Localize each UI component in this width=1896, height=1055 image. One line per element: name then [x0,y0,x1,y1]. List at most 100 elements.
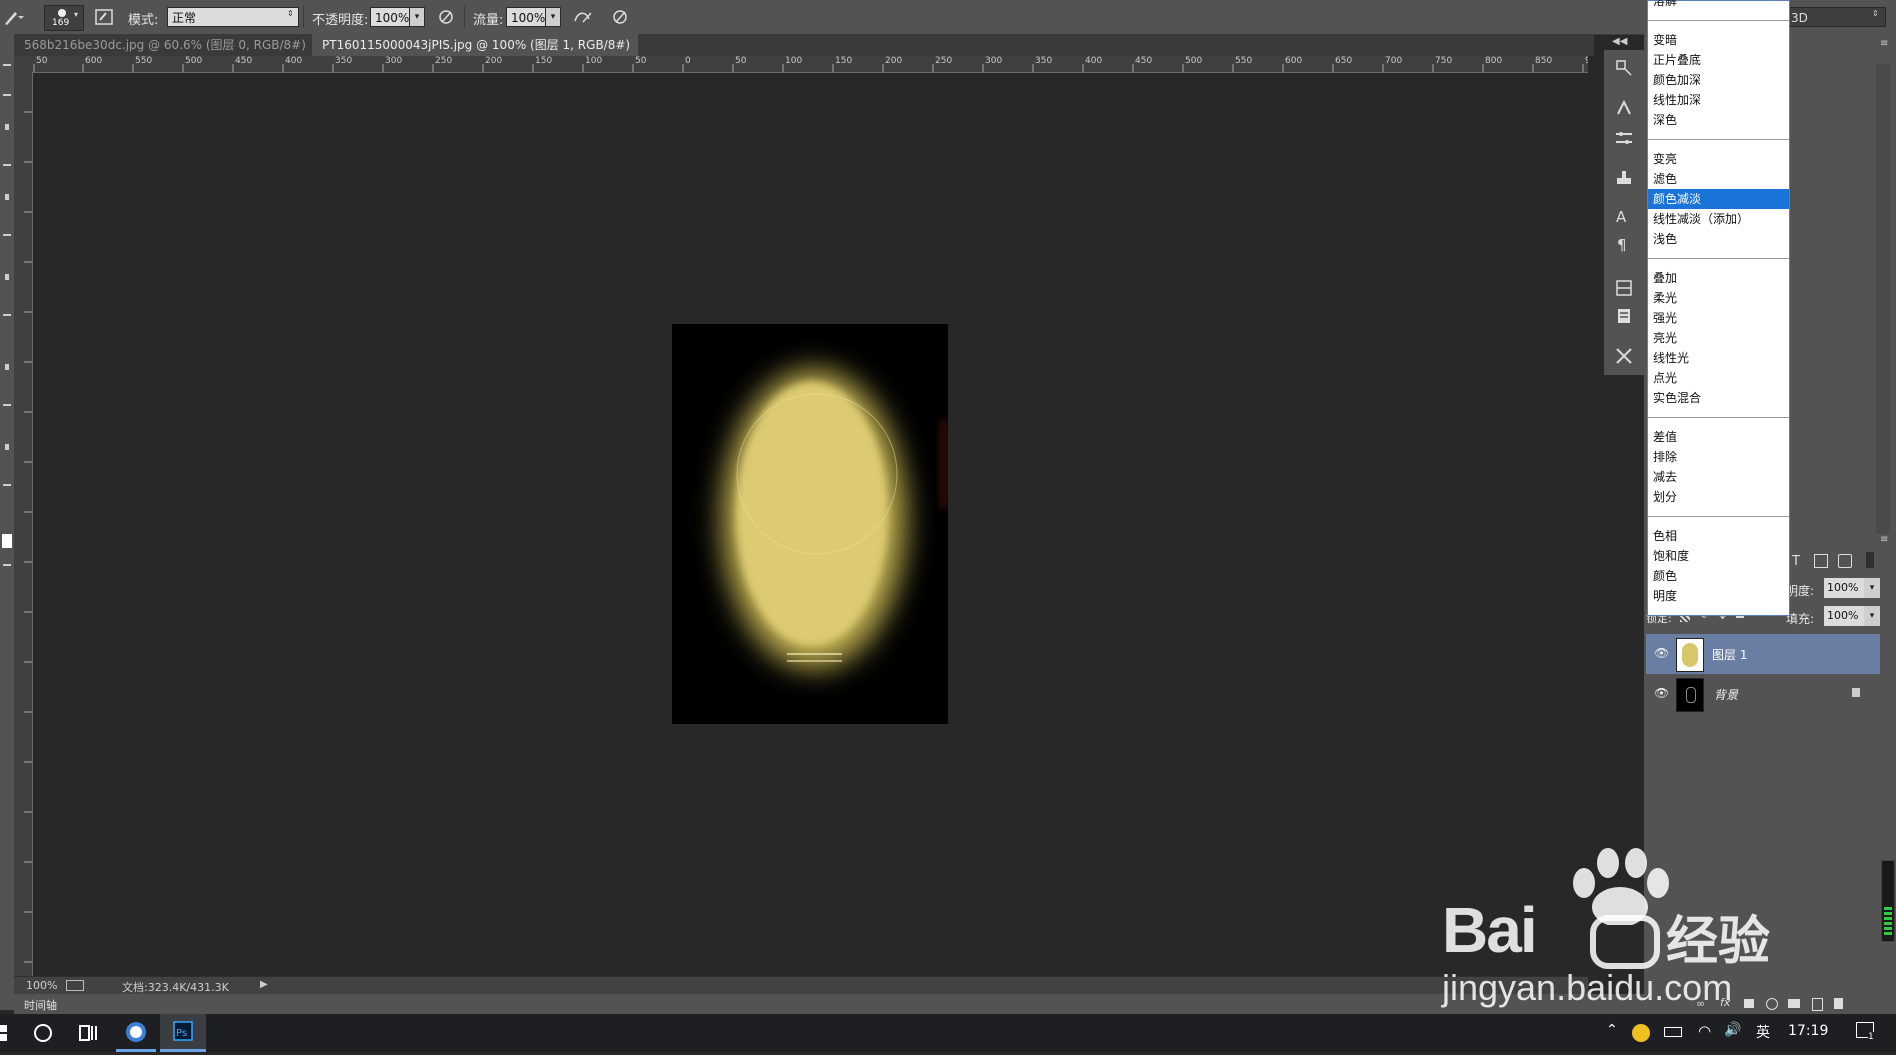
mode-select[interactable]: 正常 [167,7,299,27]
fill-dropdown-icon[interactable]: ▾ [1864,606,1880,626]
blend-mode-item[interactable]: 溶解 [1648,0,1789,11]
tab-document-2[interactable]: PT160115000043jPIS.jpg @ 100% (图层 1, RGB… [312,34,638,74]
visibility-eye-icon[interactable]: 👁 [1654,646,1669,660]
brush-preset-arrow-icon[interactable]: ▾ [74,10,78,19]
ruler-label: 0 [685,56,691,66]
photoshop-app-icon[interactable]: Ps [160,1014,206,1052]
opacity-dropdown-icon[interactable]: ▾ [409,7,425,27]
blend-mode-item[interactable]: 划分 [1648,487,1789,507]
browser-app-icon[interactable] [116,1014,156,1052]
filter-toggle-icon[interactable] [1866,552,1874,568]
character-icon[interactable]: A [1616,208,1626,226]
layer-opacity-dropdown-icon[interactable]: ▾ [1864,578,1880,598]
layers-panel-menu-icon[interactable]: ≡ [1880,534,1888,545]
battery-icon[interactable] [1664,1027,1682,1037]
blend-mode-item[interactable]: 变亮 [1648,149,1789,169]
airbrush-icon[interactable] [572,7,594,27]
blend-mode-item-selected[interactable]: 颜色减淡 [1648,189,1789,209]
adjustments-icon[interactable] [1614,98,1634,118]
task-view-icon[interactable] [68,1014,108,1052]
flow-dropdown-icon[interactable]: ▾ [545,7,561,27]
blend-mode-item[interactable]: 明度 [1648,586,1789,606]
blend-mode-item[interactable]: 正片叠底 [1648,50,1789,70]
blend-mode-item[interactable]: 差值 [1648,427,1789,447]
blend-mode-item[interactable]: 亮光 [1648,328,1789,348]
status-menu-arrow-icon[interactable]: ▶ [260,979,268,990]
divider [464,6,465,28]
brush-panel-toggle-icon[interactable] [94,7,114,27]
panel-collapse-icon[interactable]: ◀◀ [1612,36,1627,47]
blend-mode-item[interactable]: 饱和度 [1648,546,1789,566]
blend-mode-item[interactable]: 深色 [1648,110,1789,130]
shape-filter-icon[interactable] [1814,554,1828,568]
pressure-size-icon[interactable] [610,7,630,27]
ruler-label: 550 [1235,56,1253,66]
proof-icon[interactable] [66,980,84,991]
layer-opacity-input[interactable]: 100% [1824,578,1864,598]
blend-mode-item[interactable]: 减去 [1648,467,1789,487]
layer-thumbnail[interactable] [1676,638,1704,672]
ime-indicator[interactable]: 英 [1756,1022,1770,1042]
document-canvas[interactable] [672,324,948,724]
blend-mode-item[interactable]: 浅色 [1648,229,1789,249]
layer-row-layer1[interactable]: 👁 图层 1 [1646,634,1880,674]
clone-source-icon[interactable] [1614,168,1634,188]
tool-presets-icon[interactable] [1614,346,1634,366]
ruler-label: 350 [335,56,353,66]
pressure-opacity-icon[interactable] [436,7,456,27]
blend-mode-item[interactable]: 实色混合 [1648,388,1789,408]
layer-thumbnail[interactable] [1676,678,1704,712]
blend-mode-item[interactable]: 线性加深 [1648,90,1789,110]
document-info[interactable]: 文档:323.4K/431.3K [122,979,229,995]
blend-mode-item[interactable]: 柔光 [1648,288,1789,308]
workspace-select[interactable]: 3D [1786,7,1886,27]
blend-mode-item[interactable]: 排除 [1648,447,1789,467]
layer-comps-icon[interactable] [1614,278,1634,298]
volume-icon[interactable]: 🔊 [1724,1022,1741,1038]
blend-mode-item[interactable]: 叠加 [1648,268,1789,288]
type-filter-icon[interactable]: T [1792,554,1800,569]
ruler-label: 200 [885,56,903,66]
ruler-label: 750 [1435,56,1453,66]
vertical-ruler[interactable] [14,72,33,976]
layer-name[interactable]: 背景 [1714,686,1738,703]
layer-name[interactable]: 图层 1 [1712,646,1747,663]
clock-time[interactable]: 17:19 [1788,1023,1828,1039]
paragraph-icon[interactable]: ¶ [1617,236,1627,254]
wifi-icon[interactable]: ◠ [1698,1022,1711,1040]
panel-scrollbar[interactable] [1876,64,1890,534]
opacity-input[interactable]: 100% [370,7,410,27]
tray-app-icon[interactable] [1632,1024,1650,1042]
zoom-level[interactable]: 100% [26,979,57,992]
blend-mode-item[interactable]: 点光 [1648,368,1789,388]
blend-mode-item[interactable]: 滤色 [1648,169,1789,189]
visibility-eye-icon[interactable]: 👁 [1654,686,1669,700]
layer-row-background[interactable]: 👁 背景 [1646,674,1880,714]
tab-document-1[interactable]: 568b216be30dc.jpg @ 60.6% (图层 0, RGB/8#)… [14,34,306,74]
brush-size-label: 169 [52,18,70,28]
fill-input[interactable]: 100% [1824,606,1864,626]
notes-icon[interactable] [1614,306,1634,326]
show-hidden-icons-icon[interactable]: ⌃ [1606,1022,1618,1038]
watermark-brand: Bai [1442,894,1538,966]
blend-mode-item[interactable]: 变暗 [1648,30,1789,50]
timeline-label: 时间轴 [24,999,57,1012]
watermark-brand-tail: 经验 [1666,912,1771,972]
tool-icons[interactable] [0,34,14,1010]
blend-mode-item[interactable]: 颜色 [1648,566,1789,586]
properties-icon[interactable] [1614,128,1634,148]
blend-mode-menu[interactable]: 溶解 变暗 正片叠底 颜色加深 线性加深 深色 变亮 滤色 颜色减淡 线性减淡（… [1647,0,1790,616]
blend-mode-item[interactable]: 颜色加深 [1648,70,1789,90]
blend-mode-item[interactable]: 色相 [1648,526,1789,546]
blend-mode-item[interactable]: 强光 [1648,308,1789,328]
brush-tool-icon[interactable] [2,7,28,27]
blend-mode-item[interactable]: 线性光 [1648,348,1789,368]
ruler-label: 400 [285,56,303,66]
history-icon[interactable] [1614,58,1634,78]
blend-mode-item[interactable]: 线性减淡（添加） [1648,209,1789,229]
smart-filter-icon[interactable] [1838,554,1852,568]
horizontal-ruler[interactable]: 50 600 550 500 450 400 350 300 250 200 1… [14,56,1588,73]
panel-menu-icon[interactable]: ≡ [1880,38,1888,49]
flow-input[interactable]: 100% [506,7,546,27]
cortana-search-icon[interactable] [24,1014,64,1052]
